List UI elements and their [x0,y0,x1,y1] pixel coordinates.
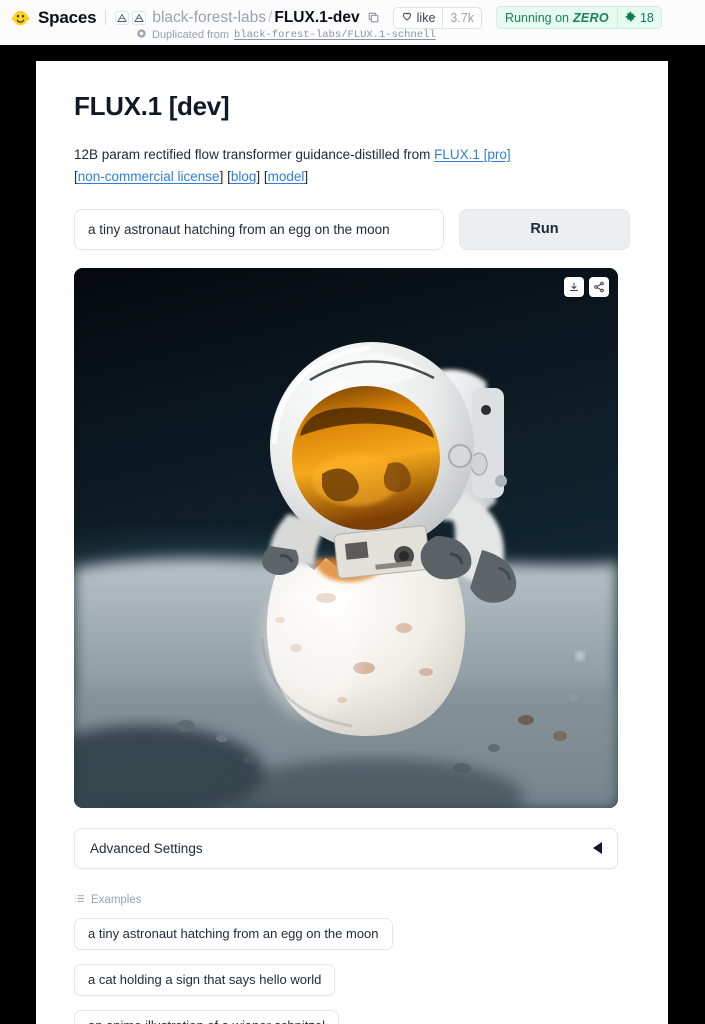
link-blog[interactable]: blog [231,169,257,184]
duplicated-from: Duplicated from black-forest-labs/FLUX.1… [136,28,436,42]
runtime-badge[interactable]: Running on ZERO 18 [496,6,662,29]
page-description: 12B param rectified flow transformer gui… [74,144,630,189]
link-model[interactable]: model [268,169,305,184]
copy-icon[interactable] [366,10,381,25]
like-label: like [416,10,436,25]
run-button[interactable]: Run [459,208,630,250]
hugging-face-emoji-icon[interactable] [10,7,31,28]
org-avatar-icon [132,10,147,25]
like-button[interactable]: like 3.7k [392,6,483,29]
share-icon[interactable] [589,276,609,297]
header-divider [105,10,107,25]
prompt-row: a tiny astronaut hatching from an egg on… [74,208,630,250]
org-avatar-icon [115,10,130,25]
like-count: 3.7k [450,10,475,25]
breadcrumb-owner[interactable]: black-forest-labs [152,9,266,26]
image-toolbar [564,276,609,297]
generated-image-artwork [74,267,618,808]
examples-list: a tiny astronaut hatching from an egg on… [74,917,630,1024]
triangle-left-icon[interactable] [593,842,602,855]
site-header: Spaces black-forest-labs / FLUX.1-dev li… [0,0,705,45]
bracket: ] [ [256,169,268,185]
org-avatars [115,10,147,25]
list-item[interactable]: a cat holding a sign that says hello wor… [74,963,336,996]
generated-image[interactable] [74,267,618,808]
bracket: ] [ [219,169,231,185]
examples-label: Examples [91,893,142,906]
runtime-label-group: Running on ZERO [497,7,617,28]
breadcrumb-repo[interactable]: FLUX.1-dev [274,9,359,26]
bracket: ] [304,169,309,185]
duplicated-label: Duplicated from [152,29,230,41]
advanced-settings-label: Advanced Settings [90,840,203,856]
like-label-group[interactable]: like [394,8,443,28]
app-card: FLUX.1 [dev] 12B param rectified flow tr… [36,61,668,1024]
examples-header: Examples [74,893,630,907]
description-text: 12B param rectified flow transformer gui… [74,147,435,162]
download-icon[interactable] [564,276,584,297]
list-icon [74,893,85,907]
breadcrumb: black-forest-labs / FLUX.1-dev [152,9,359,27]
runtime-count: 18 [639,10,654,25]
list-item[interactable]: a tiny astronaut hatching from an egg on… [74,917,393,950]
runtime-hardware: ZERO [573,10,609,25]
page-title: FLUX.1 [dev] [74,91,230,121]
list-item[interactable]: an anime illustration of a wiener schnit… [74,1009,340,1024]
breadcrumb-separator: / [268,8,273,26]
runtime-label: Running on [505,10,569,25]
page-background: FLUX.1 [dev] 12B param rectified flow tr… [0,45,705,1024]
heart-icon [401,10,413,25]
duplicated-source-link[interactable]: black-forest-labs/FLUX.1-schnell [234,29,436,41]
puzzle-piece-icon [625,11,636,25]
runtime-count-group[interactable]: 18 [618,7,661,28]
link-license[interactable]: non-commercial license [78,169,220,184]
duplicate-icon [136,28,147,42]
link-flux-pro[interactable]: FLUX.1 [pro] [434,147,511,162]
product-name[interactable]: Spaces [38,8,97,28]
advanced-settings-accordion[interactable]: Advanced Settings [74,827,618,869]
prompt-input[interactable]: a tiny astronaut hatching from an egg on… [74,208,444,250]
